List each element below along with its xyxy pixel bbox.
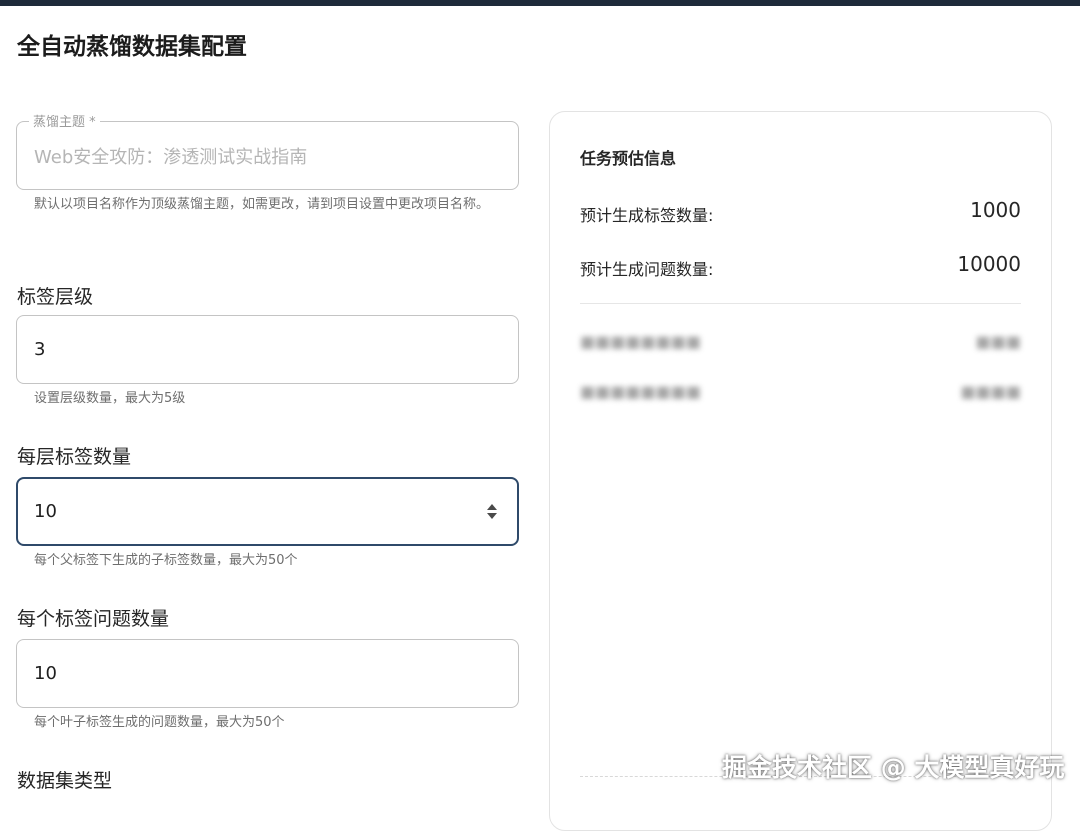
tag-levels-label: 标签层级 [17,286,94,308]
questions-per-tag-input[interactable]: 10 [16,639,519,708]
top-navigation-bar [0,0,1080,6]
decrement-arrow-icon[interactable] [487,513,497,519]
tag-levels-value[interactable]: 3 [34,316,45,383]
page-title: 全自动蒸馏数据集配置 [17,34,247,60]
estimate-tags-value: 1000 [970,198,1021,222]
blurred-row-1: ■■■■■■■■ ■■■ [580,328,1021,356]
dataset-type-label: 数据集类型 [17,770,113,792]
blurred-label-2: ■■■■■■■■ [580,382,701,401]
task-estimate-panel: 任务预估信息 预计生成标签数量: 1000 预计生成问题数量: 10000 ■■… [549,111,1052,831]
tags-per-level-input[interactable]: 10 [16,477,519,546]
estimate-panel-title: 任务预估信息 [580,149,677,168]
distill-topic-helper: 默认以项目名称作为顶级蒸馏主题，如需更改，请到项目设置中更改项目名称。 [34,197,490,212]
tag-levels-input[interactable]: 3 [16,315,519,384]
tag-levels-helper: 设置层级数量，最大为5级 [34,391,186,406]
blurred-value-2: ■■■■ [960,382,1021,401]
tags-per-level-label: 每层标签数量 [17,446,132,468]
estimate-tags-label: 预计生成标签数量: [580,206,714,225]
tags-per-level-helper: 每个父标签下生成的子标签数量，最大为50个 [34,553,298,568]
tags-per-level-value[interactable]: 10 [34,479,57,544]
blurred-label-1: ■■■■■■■■ [580,332,701,351]
estimate-questions-value: 10000 [957,252,1021,276]
questions-per-tag-value[interactable]: 10 [34,640,57,707]
blurred-value-1: ■■■ [975,332,1021,351]
questions-per-tag-helper: 每个叶子标签生成的问题数量，最大为50个 [34,715,285,730]
number-stepper[interactable] [485,501,499,523]
distill-topic-value: Web安全攻防：渗透测试实战指南 [34,146,308,168]
estimate-divider [580,303,1021,304]
estimate-row-tags: 预计生成标签数量: 1000 [580,198,1021,226]
blurred-row-2: ■■■■■■■■ ■■■■ [580,378,1021,406]
distill-topic-field: 蒸馏主题 * Web安全攻防：渗透测试实战指南 [16,111,519,190]
watermark: 掘金技术社区 @ 大模型真好玩 [722,753,1065,782]
estimate-questions-label: 预计生成问题数量: [580,260,714,279]
increment-arrow-icon[interactable] [487,504,497,510]
estimate-row-questions: 预计生成问题数量: 10000 [580,252,1021,280]
questions-per-tag-label: 每个标签问题数量 [17,608,170,630]
